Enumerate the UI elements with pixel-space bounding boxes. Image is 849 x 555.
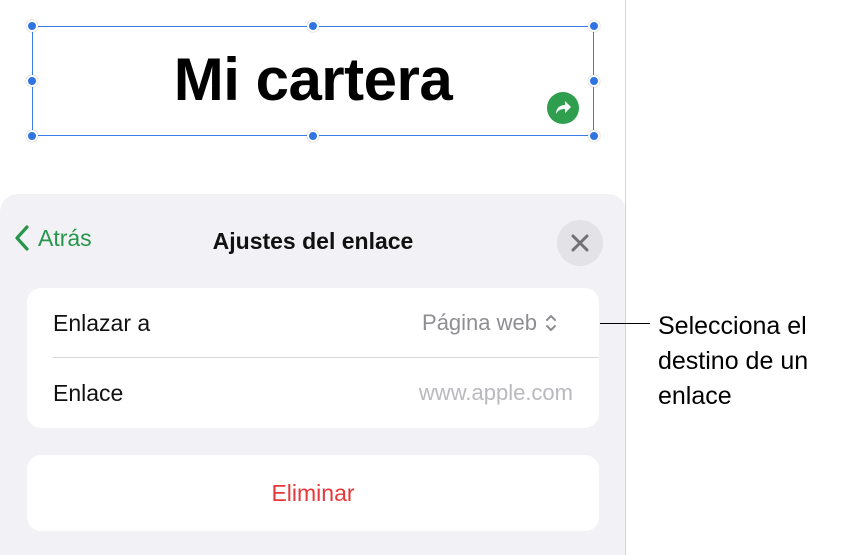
link-to-selector[interactable]: Página web: [422, 310, 557, 336]
link-to-label: Enlazar a: [53, 309, 151, 336]
close-button[interactable]: [557, 220, 603, 266]
link-settings-group: Enlazar a Página web Enlace: [27, 288, 599, 428]
link-settings-sheet: Atrás Ajustes del enlace Enlazar a Págin…: [0, 194, 625, 555]
root: Mi cartera Atrás Ajustes del enlace Enla…: [0, 0, 849, 555]
chevron-up-down-icon: [546, 315, 556, 331]
link-to-row[interactable]: Enlazar a Página web: [27, 288, 599, 358]
selection-handle-middle-left[interactable]: [26, 75, 38, 87]
callout-leader-line: [600, 323, 650, 324]
selection-handle-bottom-left[interactable]: [26, 130, 38, 142]
callout-line-1: Selecciona el: [658, 312, 807, 340]
close-icon: [571, 234, 589, 252]
link-badge[interactable]: [544, 89, 582, 127]
link-to-value: Página web: [422, 310, 537, 335]
selected-text-box[interactable]: Mi cartera: [32, 26, 594, 136]
text-box-title[interactable]: Mi cartera: [33, 27, 593, 135]
delete-link-button[interactable]: Eliminar: [27, 455, 599, 531]
selection-handle-top-center[interactable]: [307, 20, 319, 32]
link-row[interactable]: Enlace: [27, 358, 599, 428]
selection-handle-bottom-right[interactable]: [588, 130, 600, 142]
selection-handle-bottom-center[interactable]: [307, 130, 319, 142]
link-arrow-icon: [547, 92, 579, 124]
delete-link-label: Eliminar: [271, 479, 355, 506]
sheet-title: Ajustes del enlace: [212, 228, 414, 254]
selection-handle-middle-right[interactable]: [588, 75, 600, 87]
selection-handle-top-left[interactable]: [26, 20, 38, 32]
link-url-input[interactable]: [333, 380, 573, 406]
selection-handle-top-right[interactable]: [588, 20, 600, 32]
callout-line-3: enlace: [658, 382, 732, 410]
callout-line-2: destino de un: [658, 347, 809, 375]
link-label: Enlace: [53, 379, 124, 406]
callout-text: Selecciona el destino de un enlace: [658, 309, 848, 414]
device-screen: Mi cartera Atrás Ajustes del enlace Enla…: [0, 0, 626, 555]
